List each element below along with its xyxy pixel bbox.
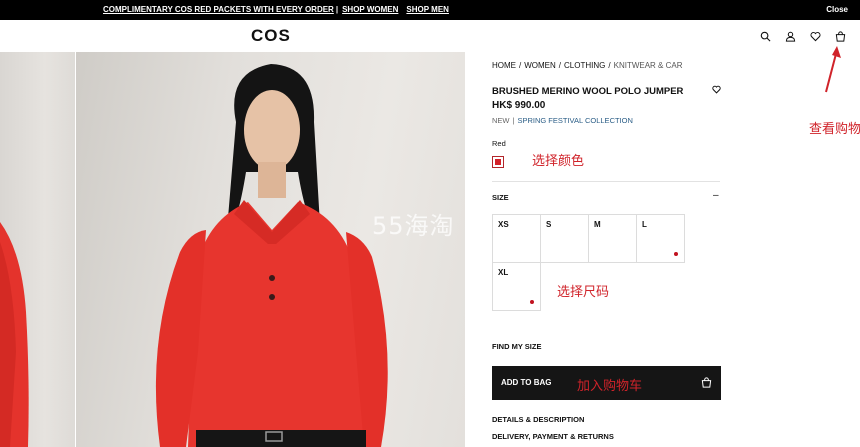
new-tag: NEW — [492, 116, 510, 125]
bag-icon — [701, 377, 712, 388]
size-label: SIZE — [492, 193, 509, 202]
search-icon[interactable] — [760, 31, 771, 42]
color-label: Red — [492, 139, 506, 148]
find-my-size-link[interactable]: FIND MY SIZE — [492, 342, 541, 351]
annotation-choose-color: 选择颜色 — [532, 154, 585, 169]
product-image-main[interactable] — [76, 52, 465, 447]
product-price: HK$ 990.00 — [492, 100, 546, 111]
annotation-add-to-cart: 加入购物车 — [577, 379, 643, 394]
swatch-fill — [495, 159, 501, 165]
size-option-label: XS — [498, 220, 509, 229]
annotation-choose-size: 选择尺码 — [557, 285, 610, 300]
bag-icon[interactable] — [835, 31, 846, 42]
promo-bar: COMPLIMENTARY COS RED PACKETS WITH EVERY… — [0, 0, 860, 20]
product-tags: NEW | SPRING FESTIVAL COLLECTION — [492, 116, 633, 125]
delivery-returns-link[interactable]: DELIVERY, PAYMENT & RETURNS — [492, 432, 614, 441]
size-option-label: L — [642, 220, 647, 229]
promo-text[interactable]: COMPLIMENTARY COS RED PACKETS WITH EVERY… — [103, 5, 334, 14]
promo-close-button[interactable]: Close — [826, 5, 848, 14]
size-option-xl[interactable]: XL — [492, 262, 541, 311]
breadcrumb-women[interactable]: WOMEN — [524, 61, 556, 70]
color-swatch-red[interactable] — [492, 156, 504, 168]
site-logo[interactable]: COS — [251, 26, 291, 46]
size-collapse-toggle[interactable]: – — [713, 190, 719, 201]
breadcrumb-home[interactable]: HOME — [492, 61, 516, 70]
account-icon[interactable] — [785, 31, 796, 42]
wishlist-icon[interactable] — [810, 31, 821, 42]
breadcrumb-clothing[interactable]: CLOTHING — [564, 61, 605, 70]
annotation-view-cart: 查看购物车 — [809, 122, 860, 137]
shop-men-link[interactable]: SHOP MEN — [406, 5, 449, 14]
product-image-previous[interactable] — [0, 52, 75, 447]
watermark-logo: 55海淘 — [372, 212, 455, 240]
promo-links: COMPLIMENTARY COS RED PACKETS WITH EVERY… — [103, 5, 449, 14]
promo-separator: | — [335, 5, 339, 14]
low-stock-indicator — [674, 252, 678, 256]
add-to-wishlist-icon[interactable] — [712, 85, 721, 94]
size-option-label: XL — [498, 268, 509, 277]
size-option-label: M — [594, 220, 601, 229]
site-header: COS — [0, 20, 860, 52]
arrow-annotation-icon — [825, 46, 841, 93]
size-option-l[interactable]: L — [636, 214, 685, 263]
size-option-m[interactable]: M — [588, 214, 637, 263]
shop-women-link[interactable]: SHOP WOMEN — [342, 5, 398, 14]
low-stock-indicator — [530, 300, 534, 304]
size-option-xs[interactable]: XS — [492, 214, 541, 263]
breadcrumb-knitwear[interactable]: KNITWEAR & CAR — [614, 61, 683, 70]
breadcrumb: HOME / WOMEN / CLOTHING / KNITWEAR & CAR — [492, 61, 683, 70]
red-sleeve-image — [0, 222, 29, 447]
tag-separator: | — [512, 116, 515, 125]
collection-link[interactable]: SPRING FESTIVAL COLLECTION — [517, 116, 632, 125]
size-option-label: S — [546, 220, 552, 229]
header-icons — [760, 31, 846, 42]
add-to-bag-label: ADD TO BAG — [501, 378, 552, 387]
model-photo — [155, 64, 388, 447]
divider — [492, 181, 720, 182]
size-option-s[interactable]: S — [540, 214, 589, 263]
details-description-link[interactable]: DETAILS & DESCRIPTION — [492, 415, 584, 424]
product-title: BRUSHED MERINO WOOL POLO JUMPER — [492, 86, 684, 97]
